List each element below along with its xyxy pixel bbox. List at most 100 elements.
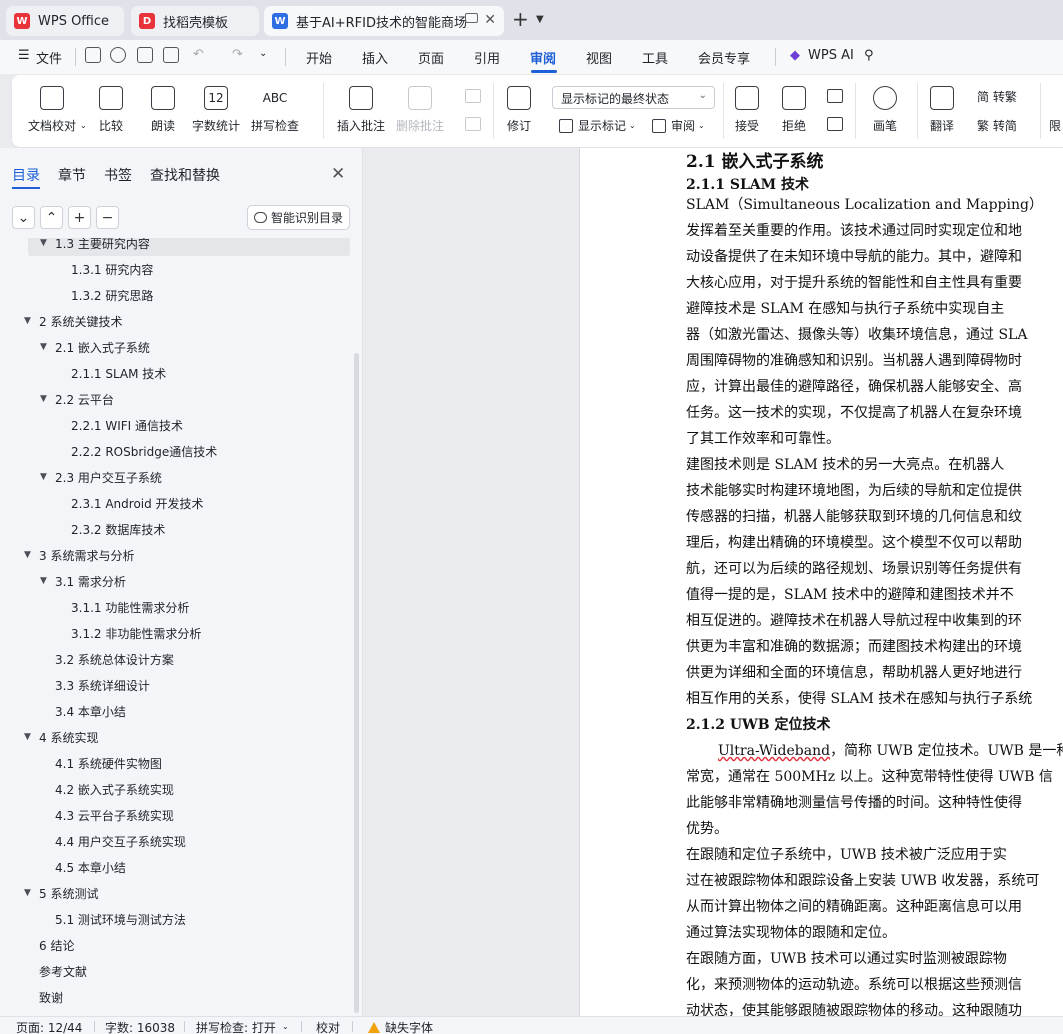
toc-item[interactable]: ▼ 3.1 需求分析 [0,568,350,594]
compare-button[interactable]: 比较 [99,86,123,134]
wps-ai-icon[interactable]: ◆ [790,48,800,63]
collapse-arrow-icon[interactable]: ▼ [40,394,52,404]
toc-item[interactable]: 3.3 系统详细设计 [0,672,350,698]
chevron-down-icon[interactable]: ▼ [536,14,544,25]
toc-item[interactable]: ▼ 4 系统实现 [0,724,350,750]
toc-item[interactable]: ▼ 3 系统需求与分析 [0,542,350,568]
collapse-arrow-icon[interactable]: ▼ [24,732,36,742]
toc-item[interactable]: ▼ 1.3 主要研究内容 [28,238,350,256]
toc-item[interactable]: 2.2.2 ROSbridge通信技术 [0,438,350,464]
tab-sections[interactable]: 章节 [58,165,86,185]
restrict-button[interactable]: 限 [1049,117,1061,134]
menu-wps-ai[interactable]: WPS AI [808,48,854,63]
previous-change-icon[interactable] [827,89,843,103]
toc-item[interactable]: 2.1.1 SLAM 技术 [0,360,350,386]
next-comment-icon[interactable] [465,117,481,131]
monitor-icon[interactable] [465,13,478,23]
document-canvas[interactable]: 2.1 嵌入式子系统 2.1.1 SLAM 技术 SLAM（Simultaneou… [364,148,1063,1016]
toc-item[interactable]: ▼ 2.1 嵌入式子系统 [0,334,350,360]
tab-wps-office[interactable]: W WPS Office [6,6,124,36]
accept-button[interactable]: 接受 [735,86,759,134]
chevron-up-icon[interactable]: ⌃ [40,206,63,229]
tab-document[interactable]: W 基于AI+RFID技术的智能商场购 ✕ [264,6,504,36]
toc-item[interactable]: 1.3.1 研究内容 [0,256,350,282]
redo-icon[interactable]: ↷ [232,47,243,62]
menu-insert[interactable]: 插入 [362,48,388,67]
proofread-status[interactable]: 校对 [316,1019,340,1034]
toc-item[interactable]: 4.4 用户交互子系统实现 [0,828,350,854]
toc-item[interactable]: 4.5 本章小结 [0,854,350,880]
menu-page[interactable]: 页面 [418,48,444,67]
insert-comment-button[interactable]: 插入批注 [337,86,385,134]
collapse-arrow-icon[interactable]: ▼ [40,472,52,482]
toc-item[interactable]: 3.1.1 功能性需求分析 [0,594,350,620]
toc-item[interactable]: 4.3 云平台子系统实现 [0,802,350,828]
to-traditional-button[interactable]: 简 转繁 [977,88,1017,105]
menu-start[interactable]: 开始 [306,48,332,67]
spelling-error-mark[interactable]: Ultra-Wideband [718,743,830,759]
toc-item[interactable]: 4.2 嵌入式子系统实现 [0,776,350,802]
remove-heading-icon[interactable]: − [96,206,119,229]
print-icon[interactable] [137,47,153,63]
pen-button[interactable]: 画笔 [873,86,897,134]
collapse-arrow-icon[interactable]: ▼ [24,550,36,560]
document-page[interactable]: 2.1 嵌入式子系统 2.1.1 SLAM 技术 SLAM（Simultaneou… [579,148,1063,1016]
show-markup-button[interactable]: 显示标记 ⌄ [559,117,636,134]
reject-button[interactable]: 拒绝 [782,86,806,134]
toc-item[interactable]: 参考文献 [0,958,350,984]
chevron-down-icon[interactable]: ⌄ [259,48,267,59]
previous-comment-icon[interactable] [465,89,481,103]
spell-check-button[interactable]: ABC 拼写检查 [251,86,299,134]
undo-icon[interactable]: ↶ [193,47,204,62]
smart-toc-button[interactable]: 智能识别目录 [247,205,350,230]
tab-template[interactable]: D 找稻壳模板 [131,6,259,36]
chevron-down-icon[interactable]: ⌄ [12,206,35,229]
toc-item[interactable]: 5.1 测试环境与测试方法 [0,906,350,932]
menu-review[interactable]: 审阅 [530,48,556,67]
menu-reference[interactable]: 引用 [474,48,500,67]
word-count-button[interactable]: 12 字数统计 [192,86,240,134]
doc-check-button[interactable]: 文档校对 [28,86,76,134]
collapse-arrow-icon[interactable]: ▼ [40,576,52,586]
spell-check-status[interactable]: 拼写检查: 打开 [196,1019,276,1034]
tab-find-replace[interactable]: 查找和替换 [150,165,220,185]
toc-item[interactable]: ▼ 2 系统关键技术 [0,308,350,334]
menu-file[interactable]: 文件 [36,48,62,67]
link-icon[interactable] [110,47,126,63]
markup-mode-select[interactable]: 显示标记的最终状态 ⌄ [552,86,715,109]
toc-item[interactable]: 2.3.2 数据库技术 [0,516,350,542]
search-icon[interactable]: ⚲ [864,48,874,63]
missing-font-status[interactable]: 缺失字体 [368,1019,433,1034]
add-heading-icon[interactable]: + [68,206,91,229]
collapse-arrow-icon[interactable]: ▼ [24,888,36,898]
toc-item[interactable]: ▼ 2.3 用户交互子系统 [0,464,350,490]
close-icon[interactable]: ✕ [484,12,496,28]
page-indicator[interactable]: 页面: 12/44 [16,1019,82,1034]
tab-bookmarks[interactable]: 书签 [104,165,132,185]
save-icon[interactable] [85,47,101,63]
toc-item[interactable]: 3.2 系统总体设计方案 [0,646,350,672]
read-aloud-button[interactable]: 朗读 [151,86,175,134]
collapse-arrow-icon[interactable]: ▼ [24,316,36,326]
menu-view[interactable]: 视图 [586,48,612,67]
print-preview-icon[interactable] [163,47,179,63]
delete-comment-button[interactable]: 删除批注 [396,86,444,134]
toc-item[interactable]: 1.3.2 研究思路 [0,282,350,308]
scrollbar[interactable] [354,353,359,1013]
toc-item[interactable]: 4.1 系统硬件实物图 [0,750,350,776]
word-count-status[interactable]: 字数: 16038 [105,1019,175,1034]
new-tab-button[interactable]: + [512,9,529,29]
collapse-arrow-icon[interactable]: ▼ [40,238,52,248]
tab-toc[interactable]: 目录 [12,165,40,185]
toc-item[interactable]: ▼ 2.2 云平台 [0,386,350,412]
toc-item[interactable]: 6 结论 [0,932,350,958]
hamburger-icon[interactable]: ☰ [18,48,30,63]
to-simplified-button[interactable]: 繁 转简 [977,117,1017,134]
translate-button[interactable]: 翻译 [930,86,954,134]
toc-item[interactable]: 3.4 本章小结 [0,698,350,724]
chevron-down-icon[interactable]: ⌄ [282,1022,289,1031]
menu-member[interactable]: 会员专享 [698,48,750,67]
next-change-icon[interactable] [827,117,843,131]
review-pane-button[interactable]: 审阅 ⌄ [652,117,705,134]
close-icon[interactable]: ✕ [331,164,345,184]
